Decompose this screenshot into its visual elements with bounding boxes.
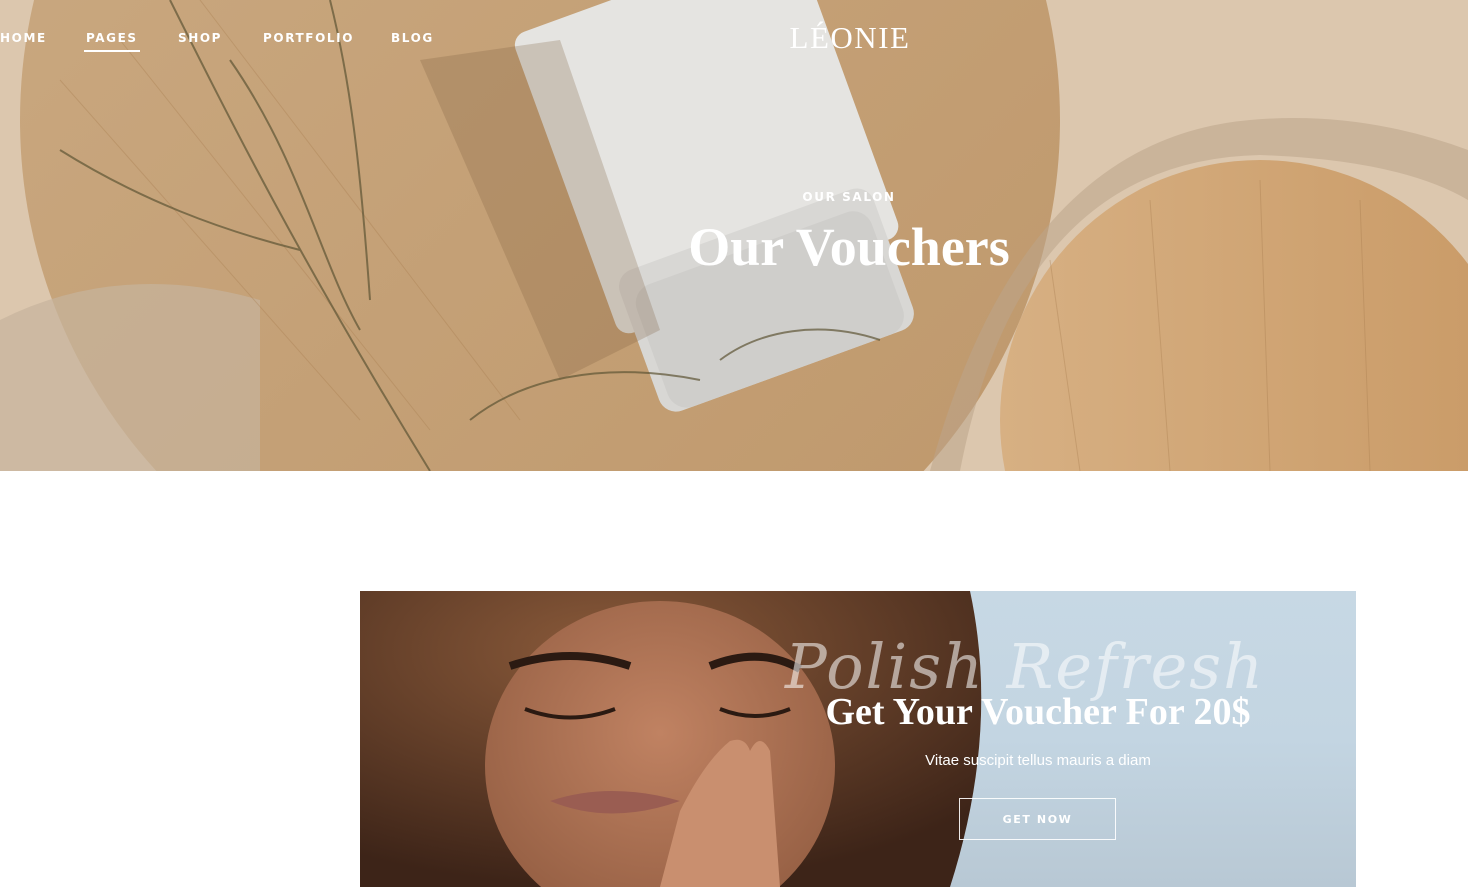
nav-item-home[interactable]: HOME bbox=[0, 31, 47, 45]
get-now-button[interactable]: GET NOW bbox=[959, 798, 1116, 840]
page-title: Our Vouchers bbox=[688, 217, 1010, 277]
nav-item-blog[interactable]: BLOG bbox=[391, 31, 434, 45]
site-logo[interactable]: LÉONIE bbox=[760, 20, 940, 56]
nav-item-shop[interactable]: SHOP bbox=[178, 31, 222, 45]
voucher-title: Get Your Voucher For 20$ bbox=[825, 691, 1251, 733]
nav-item-portfolio[interactable]: PORTFOLIO bbox=[263, 31, 354, 45]
hero-eyebrow: OUR SALON bbox=[802, 190, 896, 204]
hero-section: HOME PAGES SHOP PORTFOLIO BLOG LÉONIE OU… bbox=[0, 0, 1468, 471]
voucher-subtitle: Vitae suscipit tellus mauris a diam bbox=[925, 752, 1151, 769]
nav-item-pages[interactable]: PAGES bbox=[84, 31, 140, 52]
